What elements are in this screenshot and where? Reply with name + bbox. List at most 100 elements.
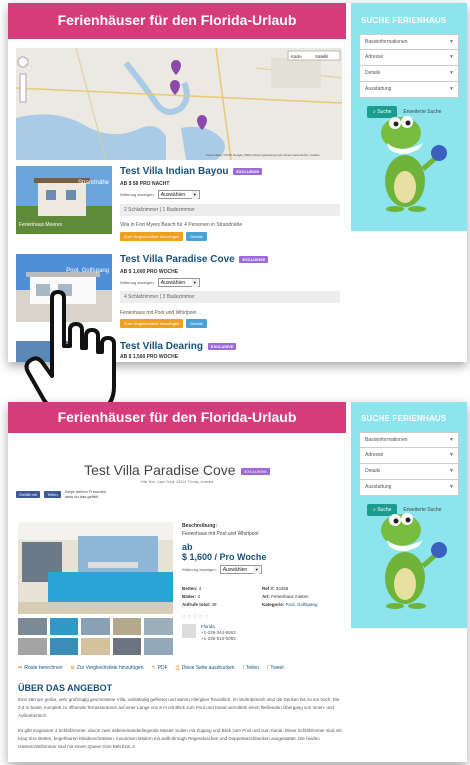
currency-label: Währung anzeigen:: [182, 567, 217, 572]
exclusive-badge: EXCLUSIVE: [241, 467, 270, 475]
sidebar-row-ausstattung[interactable]: Ausstattung ▼: [359, 82, 459, 98]
photo-thumbnail[interactable]: [18, 638, 47, 655]
map-type-satellit[interactable]: Satellit: [315, 54, 329, 59]
currency-label: Währung anzeigen:: [120, 192, 155, 197]
sidebar-title: SUCHE FERIENHAUS: [361, 16, 447, 25]
listing-photo-tag: Strandnähe: [77, 180, 109, 186]
compare-button[interactable]: Zum Vergleichsliste hinzufügen: [120, 319, 184, 328]
photo-thumbnail[interactable]: [112, 618, 142, 635]
listing-photo[interactable]: Strandnähe Ferienhaus Meeres: [16, 166, 112, 234]
sidebar-row-basis[interactable]: Basisinformationen ▼: [359, 432, 459, 448]
listing-price: AB $ 1,500 PRO WOCHE: [120, 354, 179, 360]
site-header-title: Ferienhäuser für den Florida-Urlaub: [8, 402, 346, 433]
pdf-link[interactable]: ✎ PDF: [152, 665, 168, 671]
map-type-karte[interactable]: Karte: [291, 54, 302, 59]
sidebar-row-basis[interactable]: Basisinformationen ▼: [359, 34, 459, 50]
listing-rooms: 4 Schlafzimmer | 3 Badezimmer: [120, 291, 340, 303]
compare-button[interactable]: Zum Vergleichsliste hinzufügen: [120, 232, 184, 241]
listing-rooms: 2 Schlafzimmer | 1 Badezimmer: [120, 204, 340, 216]
sidebar-row-ausstattung[interactable]: Ausstattung ▼: [359, 480, 459, 496]
description-text: Ferienhaus mit Pool und Whirlpool: [182, 531, 259, 537]
details-button[interactable]: Details: [186, 319, 207, 328]
crocodile-mascot: [381, 116, 447, 212]
facts-grid: Betten: 4 Ref #: 33458 Bäder: 3 Art: Fer…: [182, 586, 342, 607]
share-icon: f: [242, 665, 244, 671]
listing-description: Villa in Fort Myers Beach für 4 Personen…: [120, 222, 243, 228]
chevron-down-icon: ▼: [449, 452, 454, 458]
sidebar-row-details[interactable]: Details ▼: [359, 464, 459, 480]
listing-card: Strandnähe Ferienhaus Meeres Test Villa …: [16, 166, 342, 241]
detail-title: Test Villa Paradise Cove EXCLUSIVE: [8, 462, 346, 478]
photo-thumbnail[interactable]: [49, 618, 79, 635]
photo-thumbnail[interactable]: [112, 638, 142, 655]
agent-avatar: [182, 624, 196, 638]
price-prefix: ab: [182, 542, 193, 552]
sidebar-row-adresse[interactable]: Adresse ▼: [359, 50, 459, 66]
chevron-down-icon: ▼: [191, 191, 198, 199]
compare-icon: ⊞: [70, 665, 75, 671]
facebook-note: Zeige deinen Freunden, dass du das gefäl…: [64, 489, 108, 499]
share-link[interactable]: f Teilen: [243, 665, 259, 671]
route-link[interactable]: ⇆ Route berechnen: [18, 665, 63, 671]
chevron-down-icon: ▼: [253, 566, 260, 574]
facebook-like-button[interactable]: Gefällt mir: [16, 490, 41, 498]
contact-card: Florida +1-239-344-8553 +1-239-810-0092: [182, 624, 236, 642]
chevron-down-icon: ▼: [191, 279, 198, 287]
fact-baths: Bäder: 3: [182, 594, 201, 599]
photo-thumbnail[interactable]: [81, 638, 110, 655]
listing-title[interactable]: Test Villa Paradise Cove EXCLUSIVE: [120, 254, 269, 265]
photo-thumbnail[interactable]: [49, 638, 79, 655]
rating-stars[interactable]: ☆☆☆☆☆: [182, 614, 209, 620]
sidebar-title: SUCHE FERIENHAUS: [361, 414, 447, 423]
photo-thumbnail[interactable]: [144, 618, 173, 635]
currency-label: Währung anzeigen:: [120, 280, 155, 285]
listing-title[interactable]: Test Villa Indian Bayou EXCLUSIVE: [120, 166, 262, 177]
section-title: ÜBER DAS ANGEBOT: [18, 683, 113, 693]
chevron-down-icon: ▼: [449, 484, 454, 490]
listing-photo-tag: Pool, Golfspang: [66, 268, 109, 274]
chevron-down-icon: ▼: [449, 70, 454, 76]
search-sidebar: SUCHE FERIENHAUS Basisinformationen ▼ Adr…: [351, 402, 467, 628]
chevron-down-icon: ▼: [449, 54, 454, 60]
description-label: Beschreibung:: [182, 523, 218, 529]
currency-select[interactable]: Auswählen ▼: [157, 190, 200, 199]
photo-thumbnail[interactable]: [18, 618, 47, 635]
fact-views: Aufrufe total: 39: [182, 602, 217, 607]
fact-type: Art: Ferienhaus mieten: [262, 594, 309, 599]
photo-thumbnails: [18, 618, 173, 655]
photo-thumbnail[interactable]: [81, 618, 110, 635]
listing-price: AB $ 58 PRO NACHT: [120, 181, 170, 187]
site-header-title: Ferienhäuser für den Florida-Urlaub: [8, 3, 346, 39]
social-share-row: Gefällt mir Teilen Zeige deinen Freunden…: [16, 489, 117, 499]
fact-ref: Ref #: 33458: [262, 586, 289, 591]
pdf-icon: ✎: [151, 665, 156, 671]
price: $ 1,600 / Pro Woche: [182, 552, 267, 562]
results-map[interactable]: Karte Satellit Kartendaten ©2015 Google,…: [16, 48, 342, 160]
details-button[interactable]: Details: [186, 232, 207, 241]
sidebar-row-adresse[interactable]: Adresse ▼: [359, 448, 459, 464]
currency-select[interactable]: Auswählen ▼: [219, 565, 262, 574]
detail-breadcrumb: Villa Test, Cape Coral, 33914, Florida, …: [140, 480, 214, 484]
currency-select[interactable]: Auswählen ▼: [157, 278, 200, 287]
description-paragraph: Eine 260 qm große, sehr großzügig geschn…: [18, 697, 340, 718]
detail-info: Beschreibung: Ferienhaus mit Pool und Wh…: [182, 523, 342, 574]
detail-screenshot: Ferienhäuser für den Florida-Urlaub Test…: [8, 402, 467, 762]
compare-link[interactable]: ⊞ Zur Vergleichsliste hinzufügen: [71, 665, 144, 671]
print-icon: ⎙: [175, 665, 180, 671]
contact-phone[interactable]: +1-239-810-0092: [201, 636, 236, 642]
print-link[interactable]: ⎙ Diese Seite ausdrucken: [176, 665, 235, 671]
exclusive-badge: EXCLUSIVE: [207, 342, 237, 350]
sidebar-row-details[interactable]: Details ▼: [359, 66, 459, 82]
photo-thumbnail[interactable]: [144, 638, 173, 655]
facebook-share-button[interactable]: Teilen: [44, 490, 61, 498]
route-icon: ⇆: [18, 665, 23, 671]
description-paragraph: Es gibt insgesamt 4 Schlafzimmer, davon …: [18, 728, 342, 749]
chevron-down-icon: ▼: [449, 468, 454, 474]
search-sidebar: SUCHE FERIENHAUS Basisinformationen ▼ Adr…: [351, 3, 467, 231]
fact-beds: Betten: 4: [182, 586, 202, 591]
exclusive-badge: EXCLUSIVE: [239, 255, 269, 263]
detail-main-photo[interactable]: [18, 522, 173, 614]
chevron-down-icon: ▼: [449, 39, 454, 45]
tweet-link[interactable]: t Tweet: [267, 665, 284, 671]
listing-title[interactable]: Test Villa Dearing EXCLUSIVE: [120, 341, 237, 352]
